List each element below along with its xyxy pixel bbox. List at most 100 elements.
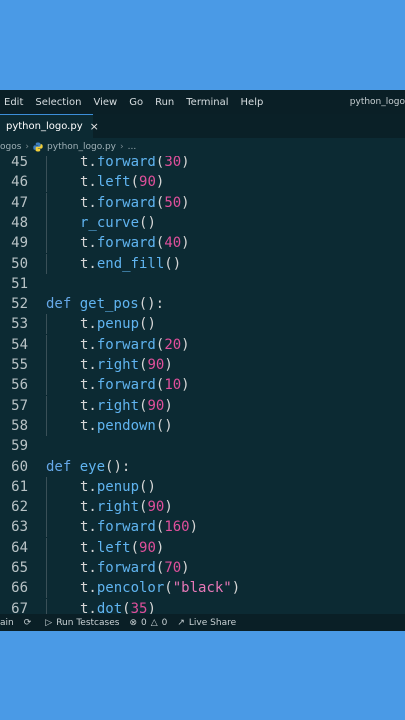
code-token: ) xyxy=(181,156,190,170)
code-token: t. xyxy=(80,194,97,211)
code-token: left xyxy=(96,539,131,556)
code-token: t. xyxy=(80,336,97,353)
code-line[interactable]: 60 def eye(): xyxy=(0,457,405,477)
code-token: ) xyxy=(181,336,190,353)
code-token: t. xyxy=(80,235,97,252)
code-line[interactable]: 67 t.dot(35) xyxy=(0,598,405,614)
code-token: ) xyxy=(155,174,165,191)
code-text: t.right(90) xyxy=(80,497,173,517)
tab-python-logo[interactable]: python_logo.py × xyxy=(0,114,99,138)
code-text: def eye(): xyxy=(46,457,130,477)
code-token: def xyxy=(46,296,80,313)
line-number: 50 xyxy=(11,255,28,272)
code-line[interactable]: 66 t.pencolor("black") xyxy=(0,578,405,599)
code-token: pendown xyxy=(96,417,156,434)
code-line[interactable]: 54 t.forward(20) xyxy=(0,334,405,355)
code-token: t. xyxy=(80,397,97,414)
sync-icon: ⟳ xyxy=(23,617,32,628)
code-text: t.left(90) xyxy=(80,172,164,192)
code-text: t.penup() xyxy=(80,477,156,497)
code-line[interactable]: 45 t.forward(30) xyxy=(0,156,405,172)
code-token: ) xyxy=(189,519,199,536)
line-number: 55 xyxy=(11,357,28,373)
code-line[interactable]: 62 t.right(90) xyxy=(0,497,405,518)
code-line[interactable]: 47 t.forward(50) xyxy=(0,192,405,213)
code-text: t.pencolor("black") xyxy=(80,578,240,598)
code-editor[interactable]: 45 t.forward(30) 46 t.left(90) 47 t.forward(5… xyxy=(0,156,405,614)
code-text: def get_pos(): xyxy=(46,294,164,314)
line-number: 54 xyxy=(11,336,28,353)
code-token: 90 xyxy=(147,357,165,373)
branch-item[interactable]: ain xyxy=(0,618,14,628)
problems-button[interactable]: ⊗ 0 △ 0 xyxy=(129,618,167,628)
live-share-button[interactable]: ↗ Live Share xyxy=(177,618,236,628)
indent-guide xyxy=(46,537,47,558)
code-line[interactable]: 53 t.penup() xyxy=(0,314,405,335)
menu-bar: Edit Selection View Go Run Terminal Help… xyxy=(0,90,405,114)
code-line[interactable]: 57 t.right(90) xyxy=(0,395,405,416)
code-token: ) xyxy=(181,377,190,394)
code-token: 90 xyxy=(139,174,156,191)
live-share-icon: ↗ xyxy=(177,617,185,628)
indent-guide xyxy=(46,355,47,375)
line-number: 53 xyxy=(11,316,28,333)
python-file-icon xyxy=(33,142,43,152)
code-line[interactable]: 59 xyxy=(0,436,405,456)
status-bar: ain ⟳ ▷ Run Testcases ⊗ 0 △ 0 ↗ Live Sha… xyxy=(0,614,405,631)
indent-guide xyxy=(46,558,47,578)
breadcrumb-file[interactable]: python_logo.py xyxy=(47,142,116,152)
code-token: forward xyxy=(96,156,156,170)
code-text: t.left(90) xyxy=(80,538,164,558)
code-token: forward xyxy=(96,235,156,252)
menu-help[interactable]: Help xyxy=(235,97,270,108)
code-line[interactable]: 48 r_curve() xyxy=(0,212,405,233)
sync-button[interactable]: ⟳ xyxy=(24,618,36,628)
code-line[interactable]: 55 t.right(90) xyxy=(0,355,405,375)
code-token: penup xyxy=(96,316,140,333)
code-line[interactable]: 61 t.penup() xyxy=(0,476,405,497)
code-token: () xyxy=(139,478,156,495)
code-line[interactable]: 64 t.left(90) xyxy=(0,537,405,558)
code-text: r_curve() xyxy=(80,213,156,233)
line-number: 59 xyxy=(11,438,28,455)
menu-run[interactable]: Run xyxy=(149,97,180,108)
line-number: 58 xyxy=(11,417,28,434)
code-line[interactable]: 63 t.forward(160) xyxy=(0,517,405,538)
code-token: end_fill xyxy=(96,255,165,272)
code-token: ( xyxy=(122,600,131,614)
breadcrumb-folder[interactable]: ogos xyxy=(0,142,21,152)
code-line[interactable]: 51 xyxy=(0,274,405,294)
code-token: 160 xyxy=(164,519,190,536)
code-token: ) xyxy=(164,357,173,373)
code-line[interactable]: 56 t.forward(10) xyxy=(0,375,405,396)
code-token: ) xyxy=(181,194,190,211)
error-icon: ⊗ xyxy=(129,617,137,628)
code-line[interactable]: 49 t.forward(40) xyxy=(0,233,405,254)
code-token: () xyxy=(155,417,173,434)
menu-selection[interactable]: Selection xyxy=(29,97,87,108)
run-testcases-button[interactable]: ▷ Run Testcases xyxy=(45,618,119,628)
code-line[interactable]: 46 t.left(90) xyxy=(0,172,405,193)
code-token: forward xyxy=(96,194,156,211)
code-token: t. xyxy=(80,600,97,614)
code-text: t.penup() xyxy=(80,314,156,334)
line-number: 60 xyxy=(11,458,28,475)
code-line[interactable]: 50 t.end_fill() xyxy=(0,253,405,274)
code-line[interactable]: 52 def get_pos(): xyxy=(0,294,405,314)
code-token: ( xyxy=(164,580,173,597)
code-token: 90 xyxy=(139,539,156,556)
menu-go[interactable]: Go xyxy=(123,97,149,108)
warning-icon: △ xyxy=(150,617,158,628)
menu-view[interactable]: View xyxy=(87,97,123,108)
indent-guide xyxy=(46,253,47,274)
menu-edit[interactable]: Edit xyxy=(0,97,29,108)
code-token: get_pos xyxy=(79,296,139,313)
close-icon[interactable]: × xyxy=(90,120,99,133)
menu-terminal[interactable]: Terminal xyxy=(180,97,234,108)
code-line[interactable]: 65 t.forward(70) xyxy=(0,558,405,578)
code-token: eye xyxy=(79,458,106,475)
breadcrumb-more[interactable]: ... xyxy=(128,142,137,152)
line-number: 52 xyxy=(11,296,28,313)
code-token: 70 xyxy=(164,560,182,576)
code-line[interactable]: 58 t.pendown() xyxy=(0,415,405,436)
